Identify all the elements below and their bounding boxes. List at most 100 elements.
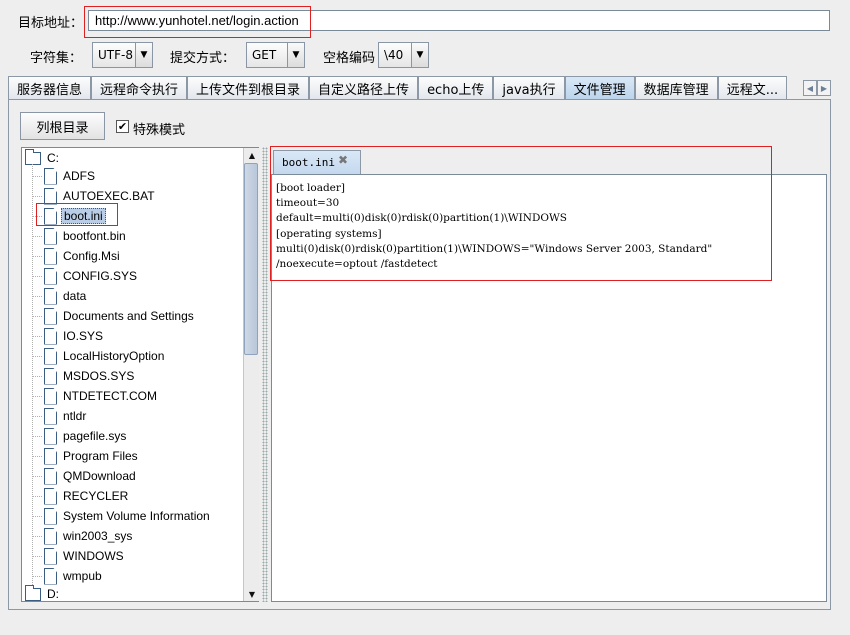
tree-item[interactable]: NTDETECT.COM	[44, 387, 159, 405]
scroll-up-icon[interactable]: ▲	[244, 148, 260, 162]
tab-5[interactable]: java执行	[493, 76, 565, 99]
file-icon	[44, 267, 57, 285]
tree-root-d[interactable]: D:	[25, 584, 61, 601]
tree-item-label: LocalHistoryOption	[63, 349, 165, 363]
file-icon	[44, 347, 57, 365]
tab-4[interactable]: echo上传	[418, 76, 494, 99]
tree-item-label: win2003_sys	[63, 529, 133, 543]
file-icon	[44, 367, 57, 385]
tab-2[interactable]: 上传文件到根目录	[187, 76, 310, 99]
space-encoding-select[interactable]: \40 ▼	[378, 42, 429, 68]
tree-item[interactable]: IO.SYS	[44, 327, 105, 345]
tree-branch-line	[32, 476, 42, 477]
tab-6[interactable]: 文件管理	[564, 76, 635, 99]
target-url-input[interactable]	[88, 10, 830, 31]
scroll-down-icon[interactable]: ▼	[244, 587, 260, 601]
tree-branch-line	[32, 356, 42, 357]
list-root-button[interactable]: 列根目录	[20, 112, 105, 140]
tree-item-label: pagefile.sys	[63, 429, 127, 443]
tree-branch-line	[32, 536, 42, 537]
file-icon	[44, 227, 57, 245]
tree-item-label: MSDOS.SYS	[63, 369, 135, 383]
tree-item[interactable]: CONFIG.SYS	[44, 267, 139, 285]
tab-3[interactable]: 自定义路径上传	[309, 76, 419, 99]
tree-branch-line	[32, 276, 42, 277]
tree-item[interactable]: Documents and Settings	[44, 307, 196, 325]
tab-7[interactable]: 数据库管理	[634, 76, 718, 99]
tree-branch-line	[32, 576, 42, 577]
special-mode-label: 特殊模式	[133, 123, 186, 138]
tree-branch-line	[32, 196, 42, 197]
tree-branch-line	[32, 236, 42, 237]
file-icon	[44, 507, 57, 525]
tree-scroll-thumb[interactable]	[244, 163, 258, 355]
tab-8[interactable]: 远程文...	[717, 76, 788, 99]
folder-open-icon	[25, 148, 41, 165]
chevron-down-icon[interactable]: ▼	[411, 43, 428, 67]
tab-1[interactable]: 远程命令执行	[91, 76, 188, 99]
tree-item[interactable]: data	[44, 287, 88, 305]
tree-branch-line	[32, 436, 42, 437]
tree-branch-line	[32, 296, 42, 297]
target-url-label: 目标地址：	[18, 16, 84, 31]
tree-item[interactable]: System Volume Information	[44, 507, 212, 525]
file-icon	[44, 207, 57, 225]
file-icon	[44, 307, 57, 325]
tree-branch-line	[32, 376, 42, 377]
tree-item[interactable]: LocalHistoryOption	[44, 347, 166, 365]
tree-item[interactable]: MSDOS.SYS	[44, 367, 136, 385]
file-icon	[44, 467, 57, 485]
scroll-left-icon[interactable]: ◀	[803, 80, 817, 96]
tree-item[interactable]: WINDOWS	[44, 547, 126, 565]
tree-item[interactable]: Config.Msi	[44, 247, 122, 265]
file-icon	[44, 527, 57, 545]
chevron-down-icon[interactable]: ▼	[135, 43, 152, 67]
tree-branch-line	[32, 516, 42, 517]
tree-item-label: QMDownload	[63, 469, 136, 483]
tree-branch-line	[32, 496, 42, 497]
tree-item-label: IO.SYS	[63, 329, 104, 343]
split-divider[interactable]	[262, 147, 268, 602]
tree-branch-line	[32, 336, 42, 337]
tree-item-label: wmpub	[63, 569, 102, 583]
tree-item-label: Documents and Settings	[63, 309, 194, 323]
tree-item-label: WINDOWS	[63, 549, 124, 563]
tab-0[interactable]: 服务器信息	[8, 76, 92, 99]
scroll-right-icon[interactable]: ▶	[817, 80, 831, 96]
chevron-down-icon[interactable]: ▼	[287, 43, 304, 67]
file-icon	[44, 487, 57, 505]
tree-item-label: CONFIG.SYS	[63, 269, 138, 283]
tree-item[interactable]: Program Files	[44, 447, 140, 465]
tree-item[interactable]: boot.ini	[44, 207, 106, 225]
space-encoding-label: 空格编码	[323, 51, 376, 66]
charset-select[interactable]: UTF-8 ▼	[92, 42, 153, 68]
space-encoding-value: \40	[384, 48, 404, 62]
close-icon[interactable]: ✖	[337, 154, 349, 166]
file-icon	[44, 187, 57, 205]
tree-branch-line	[32, 256, 42, 257]
method-select[interactable]: GET ▼	[246, 42, 305, 68]
file-icon	[44, 567, 57, 585]
tree-item[interactable]: RECYCLER	[44, 487, 130, 505]
tree-item[interactable]: wmpub	[44, 567, 104, 585]
tree-item-label: System Volume Information	[63, 509, 210, 523]
editor-content[interactable]: [boot loader] timeout=30 default=multi(0…	[276, 181, 816, 272]
file-tree[interactable]: C: ADFS AUTOEXEC.BAT boot.ini bootfont.bin Co…	[21, 147, 259, 602]
tree-branch-line	[32, 316, 42, 317]
tree-item[interactable]: pagefile.sys	[44, 427, 128, 445]
file-icon	[44, 427, 57, 445]
tree-item[interactable]: ADFS	[44, 167, 97, 185]
tree-branch-line	[32, 216, 42, 217]
tree-root-c[interactable]: C:	[25, 148, 61, 167]
tree-branch-line	[32, 456, 42, 457]
file-icon	[44, 547, 57, 565]
tree-item[interactable]: bootfont.bin	[44, 227, 128, 245]
method-label: 提交方式：	[170, 51, 236, 66]
tree-item[interactable]: win2003_sys	[44, 527, 134, 545]
charset-value: UTF-8	[98, 48, 133, 62]
editor-tab-label: boot.ini	[282, 156, 335, 169]
special-mode-checkbox[interactable]: ✔	[116, 120, 129, 133]
tree-item[interactable]: ntldr	[44, 407, 88, 425]
tree-item[interactable]: AUTOEXEC.BAT	[44, 187, 157, 205]
tree-item[interactable]: QMDownload	[44, 467, 138, 485]
